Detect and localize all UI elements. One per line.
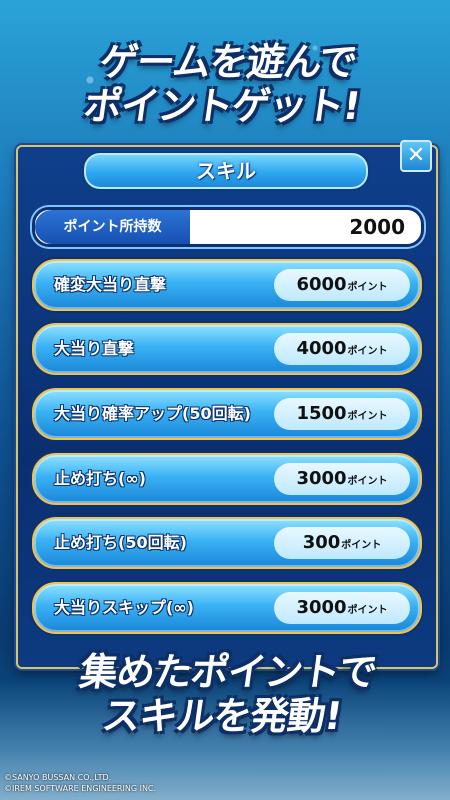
skill-name: 大当りスキップ(∞): [54, 598, 194, 617]
skill-cost: 4000ポイント: [274, 333, 410, 365]
bottom-headline-line1: 集めたポイントで: [76, 650, 380, 694]
close-icon[interactable]: ✕: [400, 140, 432, 172]
skill-button-stop-infinite[interactable]: 止め打ち(∞) 3000ポイント: [32, 453, 422, 505]
cost-value: 4000: [296, 338, 347, 359]
skill-button-jackpot-skip[interactable]: 大当りスキップ(∞) 3000ポイント: [32, 582, 422, 634]
skill-button-kakuhen-direct[interactable]: 確変大当り直撃 6000ポイント: [32, 259, 422, 311]
copyright-line1: ©SANYO BUSSAN CO.,LTD.: [4, 773, 112, 782]
cost-unit: ポイント: [347, 605, 388, 616]
cost-value: 3000: [296, 468, 347, 489]
skill-name: 止め打ち(50回転): [54, 533, 187, 552]
dialog-title: スキル: [82, 151, 370, 191]
skill-cost: 300ポイント: [274, 527, 410, 559]
cost-unit: ポイント: [347, 346, 388, 357]
skill-name: 大当り直撃: [54, 339, 135, 358]
cost-value: 3000: [296, 597, 347, 618]
cost-unit: ポイント: [347, 411, 388, 422]
cost-value: 6000: [296, 274, 347, 295]
copyright: ©SANYO BUSSAN CO.,LTD. ©IREM SOFTWARE EN…: [4, 772, 156, 794]
copyright-line2: ©IREM SOFTWARE ENGINEERING INC.: [4, 784, 157, 793]
bottom-headline-line2: スキルを発動!: [99, 694, 345, 738]
cost-value: 300: [302, 532, 341, 553]
points-value: 2000: [349, 215, 405, 239]
bottom-headline: 集めたポイントで スキルを発動!: [0, 650, 450, 738]
skill-button-jackpot-direct[interactable]: 大当り直撃 4000ポイント: [32, 323, 422, 375]
skill-button-stop-50[interactable]: 止め打ち(50回転) 300ポイント: [32, 517, 422, 569]
skill-cost: 6000ポイント: [274, 269, 410, 301]
skill-name: 止め打ち(∞): [54, 469, 146, 488]
skill-name: 大当り確率アップ(50回転): [54, 404, 251, 423]
skill-cost: 1500ポイント: [274, 398, 410, 430]
cost-unit: ポイント: [341, 540, 382, 551]
top-headline: ゲームを遊んで ポイントゲット!: [0, 40, 450, 128]
cost-unit: ポイント: [347, 476, 388, 487]
cost-value: 1500: [296, 403, 347, 424]
skill-cost: 3000ポイント: [274, 592, 410, 624]
skill-name: 確変大当り直撃: [54, 275, 167, 294]
top-headline-line2: ポイントゲット!: [81, 84, 363, 128]
points-label: ポイント所持数: [35, 210, 190, 244]
cost-unit: ポイント: [347, 282, 388, 293]
skill-cost: 3000ポイント: [274, 463, 410, 495]
skill-button-probability-up[interactable]: 大当り確率アップ(50回転) 1500ポイント: [32, 388, 422, 440]
top-headline-line1: ゲームを遊んで: [97, 40, 360, 84]
points-balance: ポイント所持数 2000: [32, 207, 424, 247]
